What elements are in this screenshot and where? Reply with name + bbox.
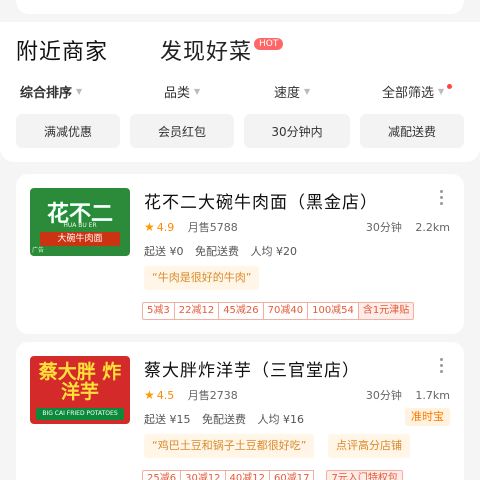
chip-member-coupon[interactable]: 会员红包 (130, 114, 234, 148)
avg-price: 人均 ¥16 (257, 413, 305, 426)
sort-comprehensive[interactable]: 综合排序 ▼ (20, 82, 82, 101)
sort-all-filters-label: 全部筛选 (382, 86, 435, 101)
hot-badge: HOT (254, 38, 284, 50)
promo-tag: 40减12 (224, 470, 269, 480)
promo-tag: 60减17 (269, 470, 315, 480)
main-tabs: 附近商家 发现好菜 HOT (16, 32, 284, 68)
more-options-icon[interactable] (440, 190, 444, 208)
monthly-sales: 月售5788 (187, 221, 238, 234)
time-distance: 30分钟 1.7km (366, 387, 450, 403)
promo-tag: 5减3 (142, 302, 174, 320)
delivery-time: 30分钟 (365, 389, 402, 402)
notification-dot (447, 84, 453, 89)
filter-panel: 附近商家 发现好菜 HOT 综合排序 ▼ 品类 ▼ 速度 ▼ 全部筛选 ▼ 满减… (0, 22, 480, 162)
tab-discover-dishes[interactable]: 发现好菜 (160, 34, 252, 66)
sort-speed-label: 速度 (274, 86, 301, 101)
distance: 2.2km (415, 221, 450, 234)
monthly-sales: 月售2738 (187, 389, 238, 402)
quick-filter-chips: 满减优惠 会员红包 30分钟内 减配送费 (16, 114, 466, 148)
sort-speed[interactable]: 速度 ▼ (274, 82, 310, 101)
shop-meta: ★ 4.9 月售5788 30分钟 2.2km (144, 219, 450, 237)
search-bar-area (0, 0, 480, 22)
promo-tag: 30减12 (180, 470, 225, 480)
caret-down-icon: ▼ (194, 87, 201, 96)
shop-card[interactable]: 花不二 HUA BU ER 大碗牛肉面 广告 花不二大碗牛肉面（黑金店） ★ 4.… (16, 174, 464, 334)
promo-tag: 25减6 (142, 470, 181, 480)
sort-bar: 综合排序 ▼ 品类 ▼ 速度 ▼ 全部筛选 ▼ (0, 82, 480, 108)
delivery-time: 30分钟 (365, 221, 402, 234)
shop-thumbnail: 花不二 HUA BU ER 大碗牛肉面 广告 (30, 188, 130, 256)
search-bar[interactable] (16, 0, 464, 14)
tab-nearby-shops[interactable]: 附近商家 (16, 34, 108, 66)
shop-name[interactable]: 蔡大胖炸洋芋（三官堂店） (144, 356, 360, 381)
subsidy-tag: 含1元津贴 (357, 302, 415, 320)
rating: 4.9 (156, 221, 175, 234)
shop-thumbnail: 蔡大胖 炸洋芋 BIG CAI FRIED POTATOES (30, 356, 130, 424)
shop-name[interactable]: 花不二大碗牛肉面（黑金店） (144, 188, 378, 213)
more-options-icon[interactable] (440, 358, 444, 376)
ontime-guarantee-badge: 准时宝 (405, 408, 450, 426)
delivery-fee: 免配送费 (202, 413, 246, 426)
thumb-subtitle: 大碗牛肉面 (40, 232, 120, 246)
promo-tag: 22减12 (173, 302, 219, 320)
sort-category-label: 品类 (164, 86, 191, 101)
shop-card[interactable]: 蔡大胖 炸洋芋 BIG CAI FRIED POTATOES 蔡大胖炸洋芋（三官… (16, 342, 464, 480)
delivery-fee: 免配送费 (195, 245, 239, 258)
caret-down-icon: ▼ (304, 87, 311, 96)
thumb-title: 蔡大胖 炸洋芋 (38, 361, 122, 403)
ad-tag: 广告 (32, 247, 45, 254)
avg-price: 人均 ¥20 (250, 245, 298, 258)
promo-tag: 70减40 (262, 302, 308, 320)
chip-reduced-delivery[interactable]: 减配送费 (360, 114, 464, 148)
promo-tag: 45减26 (218, 302, 263, 320)
delivery-info: 起送 ¥0 免配送费 人均 ¥20 (144, 243, 305, 259)
chip-discount[interactable]: 满减优惠 (16, 114, 120, 148)
rank-badge: 点评高分店铺 (328, 434, 410, 458)
distance: 1.7km (415, 389, 450, 402)
caret-down-icon: ▼ (438, 87, 445, 96)
promo-tags: 5减3 22减12 45减26 70减40 100减54 含1元津贴 (142, 302, 415, 320)
sort-comprehensive-label: 综合排序 (20, 86, 73, 101)
promo-tag: 100减54 (307, 302, 358, 320)
min-order: 起送 ¥0 (144, 245, 184, 258)
review-quote: “鸡巴土豆和锅子土豆都很好吃” (144, 434, 315, 458)
review-quote: “牛肉是很好的牛肉” (144, 266, 260, 290)
caret-down-icon: ▼ (76, 87, 83, 96)
thumb-pinyin: HUA BU ER (63, 222, 97, 229)
shop-meta: ★ 4.5 月售2738 30分钟 1.7km (144, 387, 450, 405)
delivery-info: 起送 ¥15 免配送费 人均 ¥16 (144, 411, 312, 427)
promo-tags: 25减6 30减12 40减12 60减17 7元入门特权包 (142, 470, 403, 480)
thumb-subtitle: BIG CAI FRIED POTATOES (36, 408, 124, 420)
time-distance: 30分钟 2.2km (366, 219, 450, 235)
star-icon: ★ (144, 220, 155, 234)
sort-all-filters[interactable]: 全部筛选 ▼ (382, 82, 453, 101)
min-order: 起送 ¥15 (144, 413, 191, 426)
star-icon: ★ (144, 388, 155, 402)
privilege-pack-tag: 7元入门特权包 (326, 470, 403, 480)
chip-within-30min[interactable]: 30分钟内 (244, 114, 350, 148)
rating: 4.5 (156, 389, 175, 402)
sort-category[interactable]: 品类 ▼ (164, 82, 200, 101)
